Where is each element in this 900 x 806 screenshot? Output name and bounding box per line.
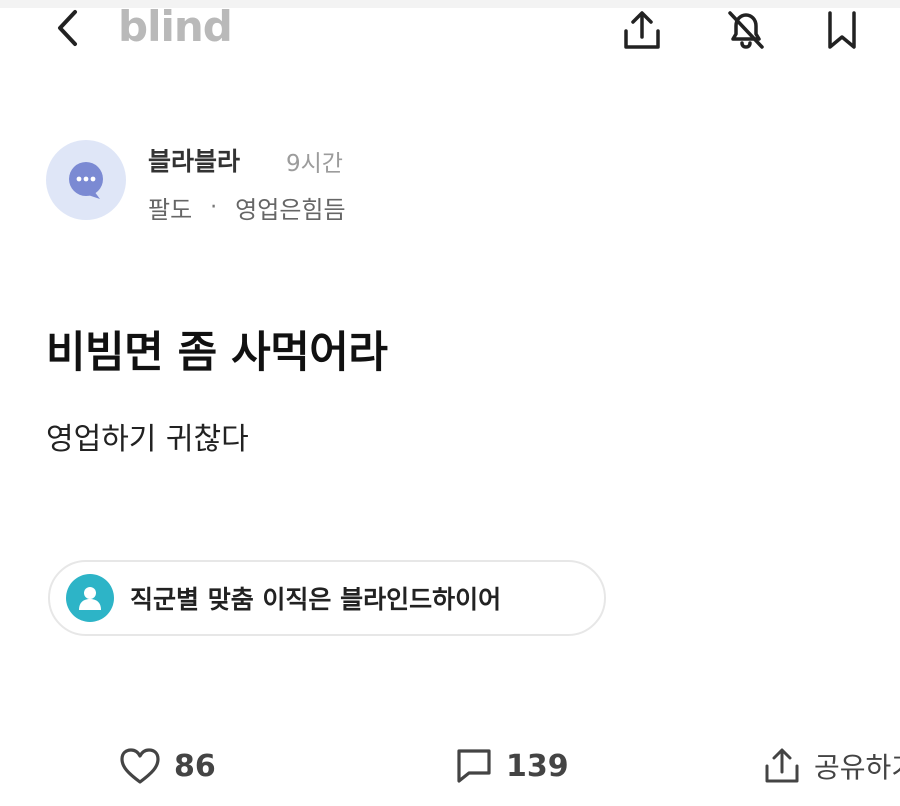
blind-hire-promo-banner[interactable]: 직군별 맞춤 이직은 블라인드하이어 [48, 560, 606, 636]
share-button[interactable] [620, 8, 664, 52]
post-actions-bar: 86 139 공유하기 [0, 736, 900, 796]
chevron-left-icon [58, 10, 77, 46]
top-bar: blind [0, 0, 900, 56]
person-icon [66, 574, 114, 622]
comment-count: 139 [506, 748, 569, 784]
author-nickname[interactable]: 블라블라 [148, 142, 240, 178]
bell-off-icon [728, 11, 764, 49]
bookmark-icon [828, 11, 856, 49]
board-name[interactable]: 영업은힘듬 [235, 190, 345, 225]
share-upload-icon [765, 748, 799, 783]
bookmark-button[interactable] [820, 8, 864, 52]
notification-toggle[interactable] [724, 8, 768, 52]
blind-logo: blind [118, 2, 233, 51]
author-meta: 팔도 · 영업은힘듬 [148, 190, 346, 225]
share-upload-icon [624, 11, 660, 49]
post-time: 9시간 [286, 151, 343, 177]
post-body: 영업하기 귀찮다 [46, 422, 249, 457]
promo-text: 직군별 맞춤 이직은 블라인드하이어 [130, 585, 502, 614]
like-count: 86 [174, 748, 216, 784]
author-company[interactable]: 팔도 [148, 190, 192, 225]
comment-icon [457, 749, 491, 783]
post-author: 블라블라 9시간 팔도 · 영업은힘듬 [46, 140, 646, 224]
share-label: 공유하기 [814, 751, 900, 784]
comment-button[interactable]: 139 [454, 736, 569, 796]
meta-separator: · [210, 195, 218, 220]
chat-bubble-icon [69, 162, 103, 199]
like-button[interactable]: 86 [118, 736, 216, 796]
heart-icon [120, 748, 160, 784]
avatar[interactable] [46, 140, 126, 220]
post-title: 비빔면 좀 사먹어라 [46, 328, 388, 378]
share-post-button[interactable]: 공유하기 [762, 736, 900, 796]
back-button[interactable] [48, 8, 88, 48]
